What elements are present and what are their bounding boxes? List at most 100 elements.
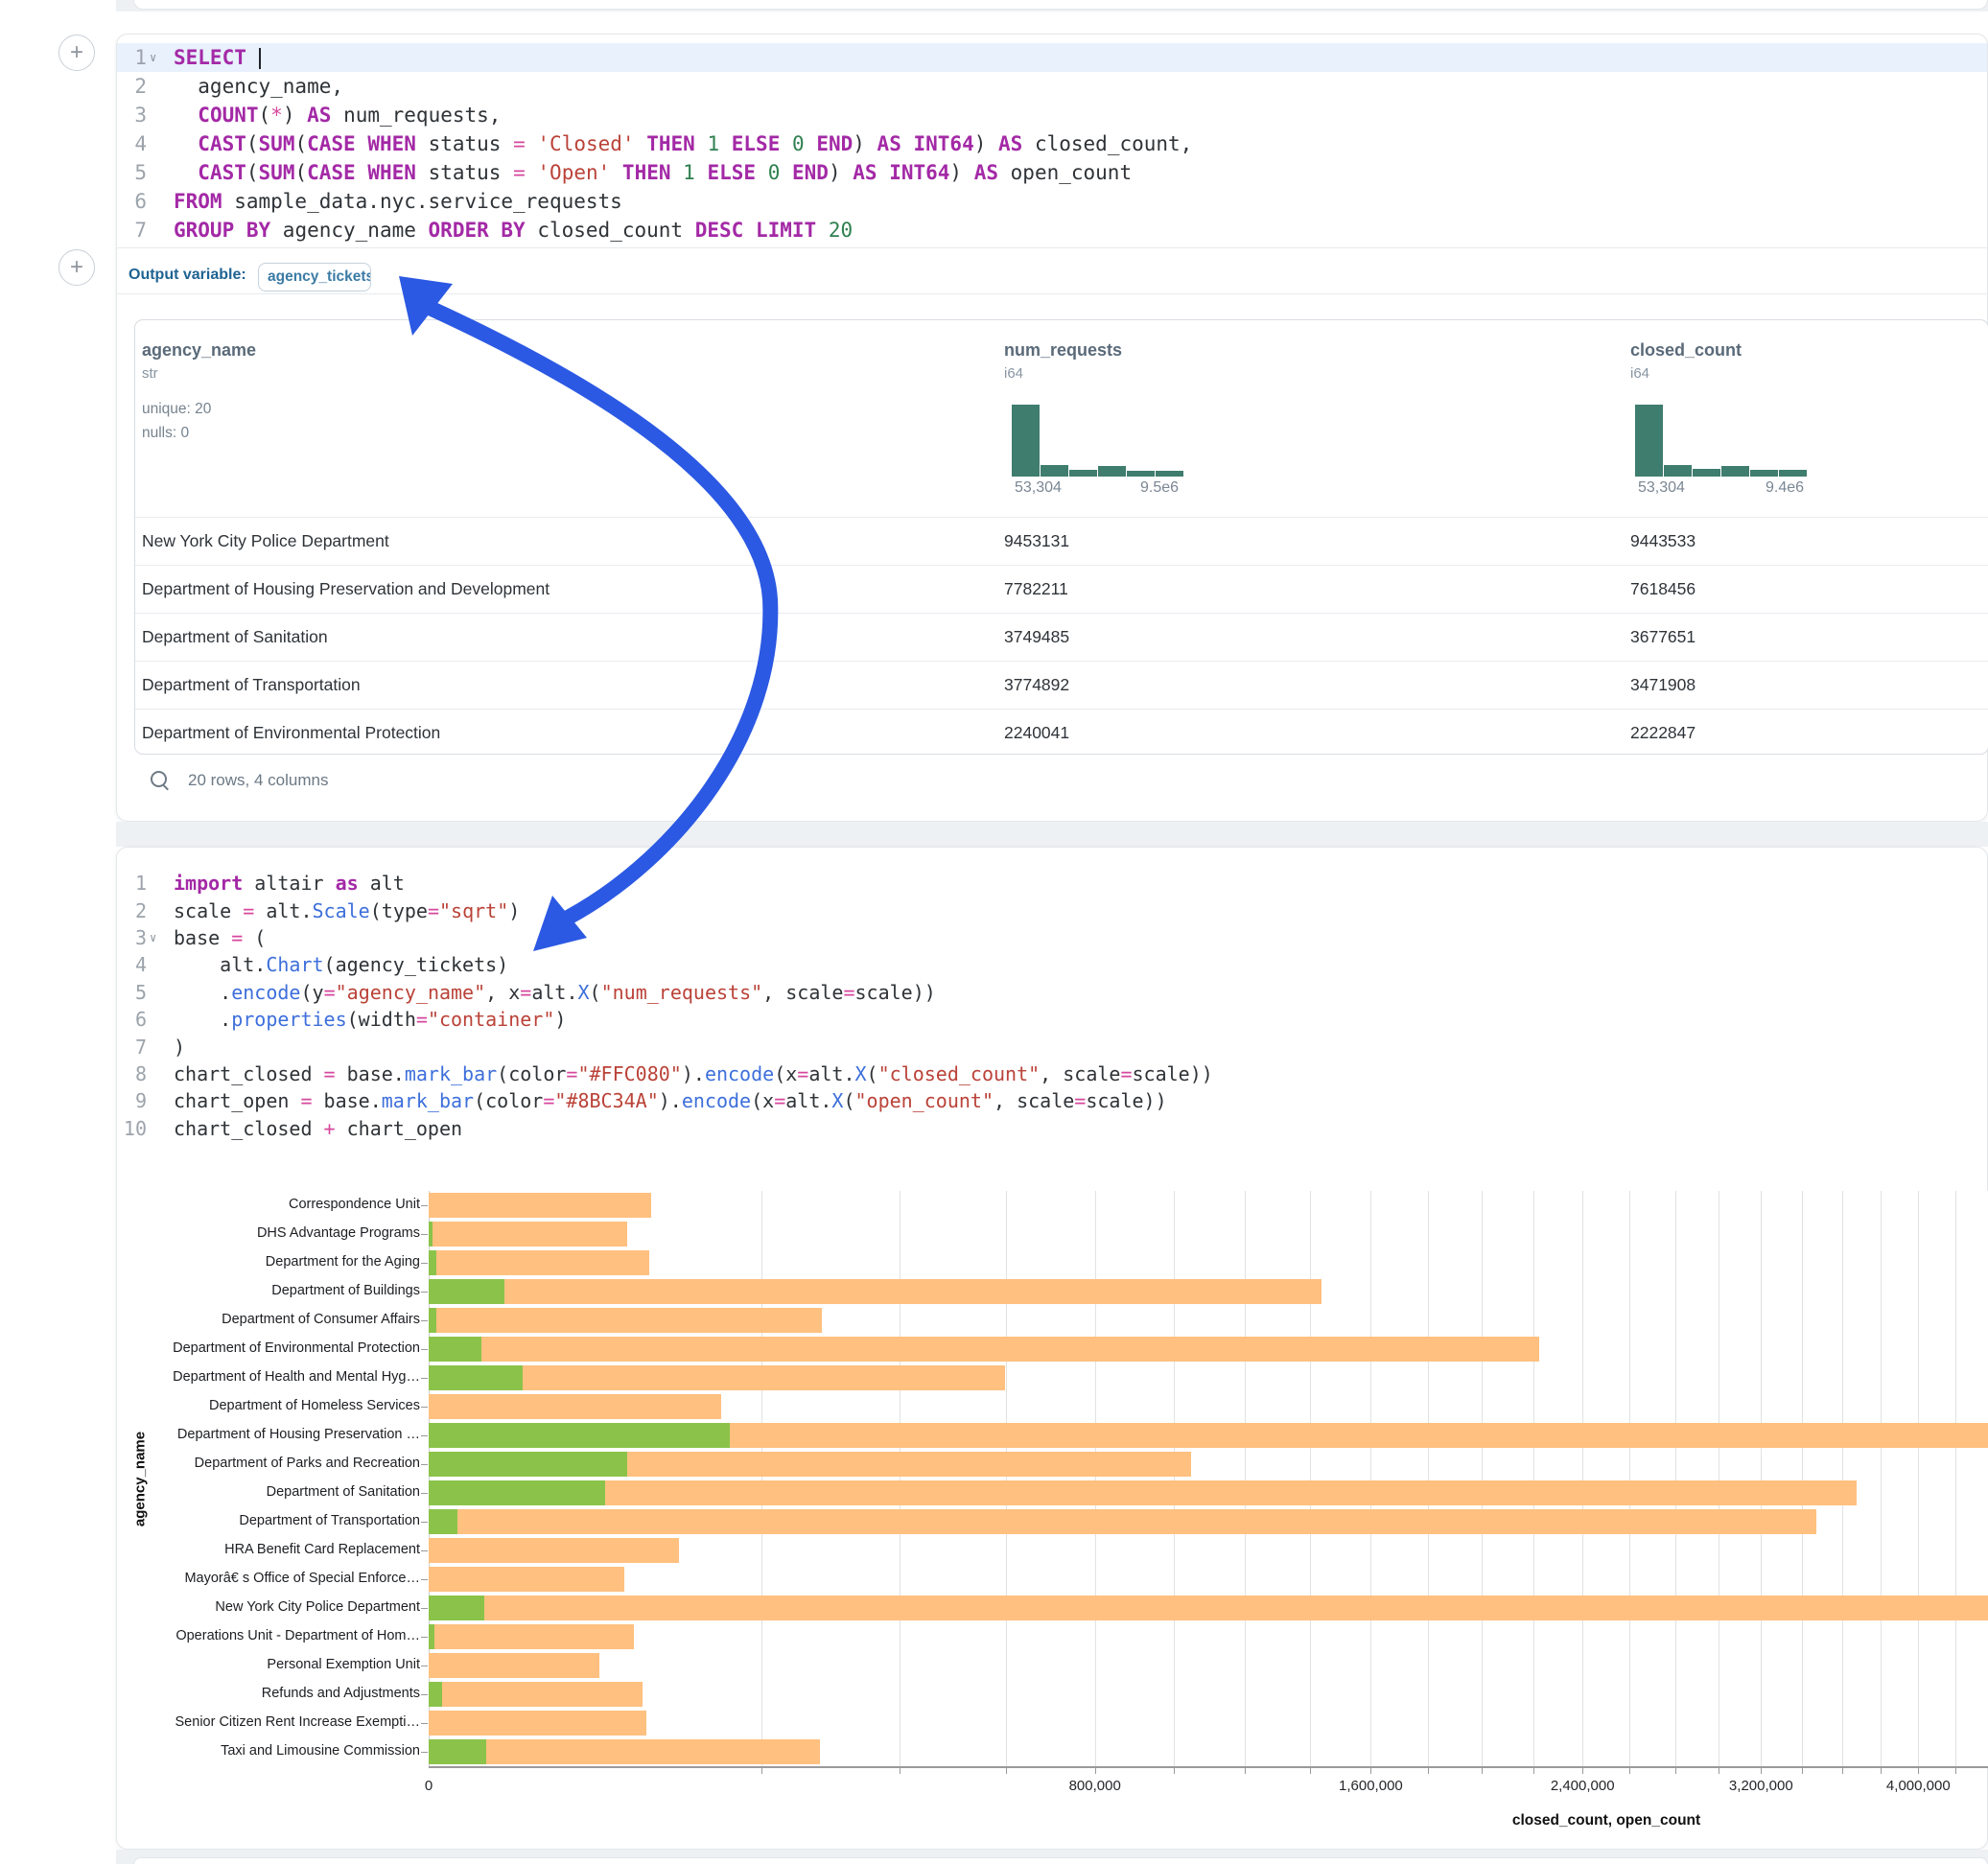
line-number: 6 [126,190,147,213]
x-axis-tick [1428,1768,1429,1774]
code-line[interactable]: 2 agency_name, [117,72,1987,101]
bar-closed-count[interactable] [429,1509,1816,1534]
line-number: 5 [126,161,147,184]
bar-open-count[interactable] [429,1250,436,1275]
bar-closed-count[interactable] [429,1682,643,1707]
bar-open-count[interactable] [429,1222,433,1247]
table-cell: 9443533 [1630,518,1696,565]
bar-open-count[interactable] [429,1279,504,1304]
x-axis-tick [1533,1768,1534,1774]
gridline [1370,1191,1371,1766]
histogram-bar [1693,469,1720,477]
result-table-panel: agency_name str unique: 20 nulls: 0 num_… [134,319,1988,755]
code-line[interactable]: 3 COUNT(*) AS num_requests, [117,101,1987,129]
bar-closed-count[interactable] [429,1624,634,1649]
code-line[interactable]: 1∨SELECT [117,43,1987,72]
code-line[interactable]: 6FROM sample_data.nyc.service_requests [117,187,1987,216]
bar-open-count[interactable] [429,1624,434,1649]
table-row: Department of Housing Preservation and D… [135,565,1988,613]
y-axis-label: Refunds and Adjustments [132,1686,420,1701]
histogram-closed-count [1635,405,1808,477]
x-axis-tick [1881,1768,1882,1774]
code-line[interactable]: 5 CAST(SUM(CASE WHEN status = 'Open' THE… [117,158,1987,187]
x-axis-tick [1675,1768,1676,1774]
table-cell: 3749485 [1004,614,1069,661]
x-axis-tick [1842,1768,1843,1774]
bar-closed-count[interactable] [429,1538,679,1563]
line-number: 3 [126,104,147,127]
gridline [1918,1191,1919,1766]
gridline [1095,1191,1096,1766]
y-axis-label: Department of Environmental Protection [132,1340,420,1356]
y-axis-tick [421,1637,428,1638]
code-line[interactable]: 4 CAST(SUM(CASE WHEN status = 'Closed' T… [117,129,1987,158]
chart-x-axis-title: closed_count, open_count [1512,1812,1700,1829]
bar-closed-count[interactable] [429,1279,1321,1304]
x-axis-label: 1,600,000 [1339,1778,1403,1794]
output-variable-input[interactable]: agency_tickets [258,263,371,291]
x-axis-tick [1370,1768,1371,1774]
cell-gap-middle [116,822,1988,847]
search-icon[interactable] [150,770,171,791]
bar-closed-count[interactable] [429,1337,1539,1362]
bar-open-count[interactable] [429,1509,457,1534]
x-axis-tick [1174,1768,1175,1774]
code-text: CAST(SUM(CASE WHEN status = 'Open' THEN … [167,161,1132,184]
table-cell: New York City Police Department [142,518,389,565]
table-footer: 20 rows, 4 columns [150,770,328,791]
bar-closed-count[interactable] [429,1739,820,1764]
y-axis-label: Department of Transportation [132,1513,420,1528]
bar-closed-count[interactable] [429,1222,627,1247]
gridline [1428,1191,1429,1766]
x-axis-label: 0 [425,1778,433,1794]
add-cell-button-top[interactable]: + [58,35,95,71]
bar-closed-count[interactable] [429,1250,649,1275]
bar-closed-count[interactable] [429,1567,624,1592]
y-axis-label: Senior Citizen Rent Increase Exempti… [132,1714,420,1730]
bar-open-count[interactable] [429,1596,484,1620]
bar-open-count[interactable] [429,1308,436,1333]
gridline [1482,1191,1483,1766]
code-text: COUNT(*) AS num_requests, [167,104,501,127]
x-axis-tick [1629,1768,1630,1774]
histogram-bar [1012,405,1040,477]
bar-closed-count[interactable] [429,1480,1857,1505]
add-cell-button-middle[interactable]: + [58,249,95,286]
x-axis-tick [1482,1768,1483,1774]
bar-closed-count[interactable] [429,1711,646,1736]
table-cell: 9453131 [1004,518,1069,565]
y-axis-label: Department of Buildings [132,1283,420,1298]
gridline [1802,1191,1803,1766]
histogram-bar [1721,466,1749,477]
bar-closed-count[interactable] [429,1394,721,1419]
y-axis-label: Personal Exemption Unit [132,1657,420,1672]
table-cell: 7782211 [1004,566,1068,613]
code-line[interactable]: 7GROUP BY agency_name ORDER BY closed_co… [117,216,1987,245]
code-text: SELECT [167,46,261,69]
bar-closed-count[interactable] [429,1308,822,1333]
bar-closed-count[interactable] [429,1653,599,1678]
fold-chevron-icon[interactable]: ∨ [150,51,163,64]
table-cell: 3471908 [1630,662,1696,709]
line-number: 2 [126,75,147,98]
bar-open-count[interactable] [429,1739,486,1764]
bar-open-count[interactable] [429,1682,442,1707]
gridline [1881,1191,1882,1766]
sql-cell-card: 1∨SELECT 2 agency_name,3 COUNT(*) AS num… [116,34,1988,822]
bar-closed-count[interactable] [429,1193,651,1218]
table-cell: 3677651 [1630,614,1696,661]
bar-open-count[interactable] [429,1480,605,1505]
table-cell: Department of Housing Preservation and D… [142,566,550,613]
sql-code-editor[interactable]: 1∨SELECT 2 agency_name,3 COUNT(*) AS num… [117,43,1987,245]
y-axis-label: Mayorâ€ s Office of Special Enforce… [132,1571,420,1586]
column-stat-unique: unique: 20 [142,401,211,418]
histogram-max-label: 9.4e6 [1766,479,1804,497]
x-axis-tick [761,1768,762,1774]
bar-open-count[interactable] [429,1337,481,1362]
bar-open-count[interactable] [429,1365,523,1390]
bar-open-count[interactable] [429,1423,730,1448]
bar-closed-count[interactable] [429,1596,1988,1620]
bar-open-count[interactable] [429,1452,627,1477]
gridline [1310,1191,1311,1766]
x-axis-tick [1955,1768,1956,1774]
